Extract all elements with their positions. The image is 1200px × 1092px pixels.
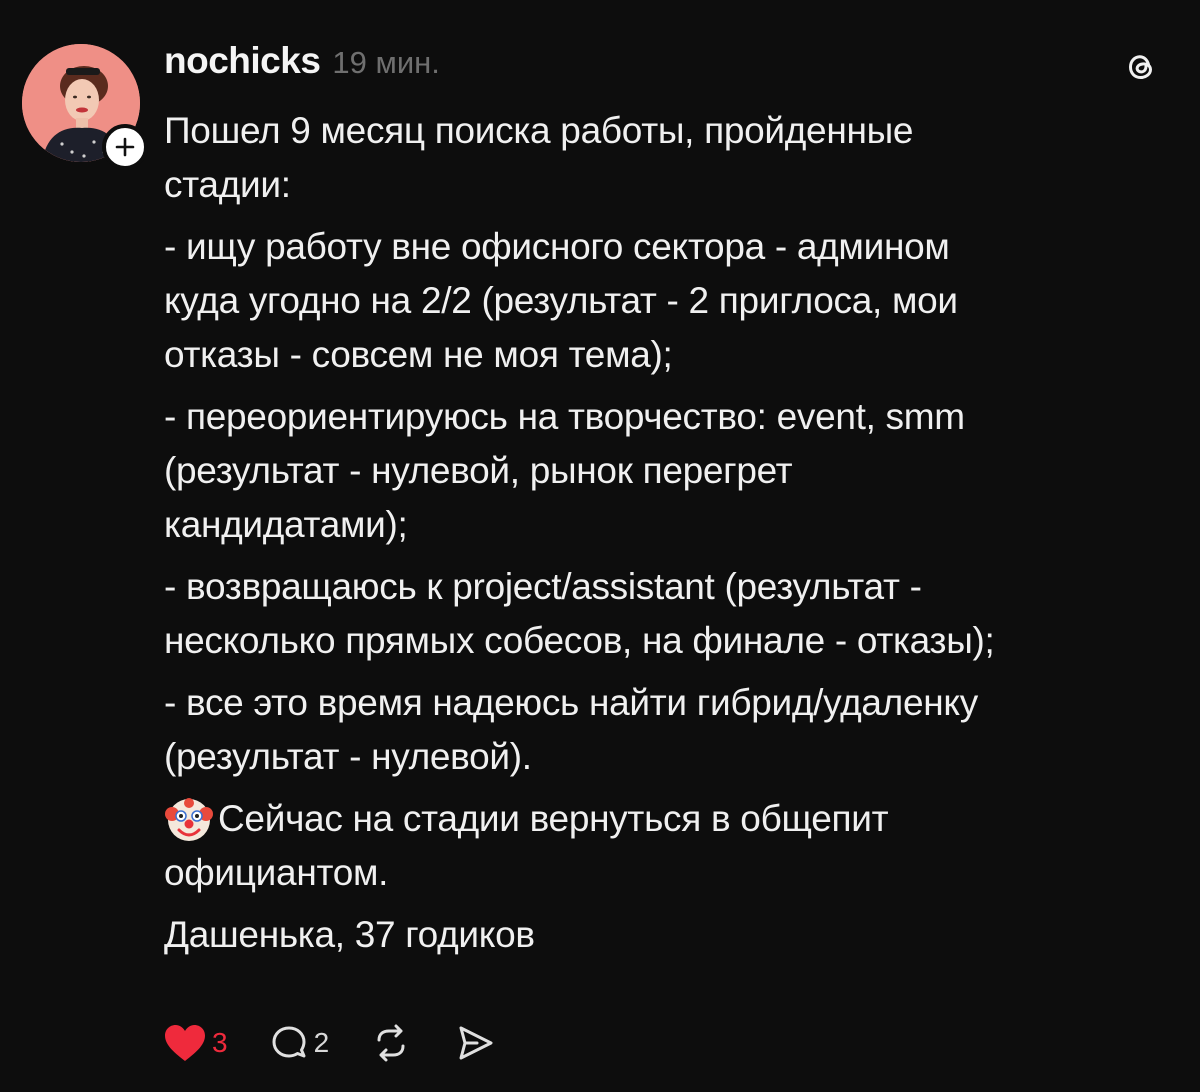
paragraph: - все это время надеюсь найти гибрид/уда…	[164, 676, 1164, 784]
paragraph: Дашенька, 37 годиков	[164, 908, 1164, 962]
share-icon	[459, 1026, 493, 1060]
text-line: куда угодно на 2/2 (результат - 2 пригло…	[164, 280, 958, 321]
repost-button[interactable]	[369, 1022, 413, 1064]
text-line: кандидатами);	[164, 504, 408, 545]
repost-icon	[377, 1024, 405, 1062]
text-line: Дашенька, 37 годиков	[164, 914, 535, 955]
threads-logo-icon[interactable]	[1120, 46, 1162, 88]
follow-button[interactable]	[102, 124, 148, 170]
emoji-line-text: Сейчас на стадии вернуться в общепит	[218, 798, 889, 839]
text-line: (результат - нулевой).	[164, 736, 532, 777]
author-avatar-container[interactable]	[22, 44, 148, 170]
text-line: - все это время надеюсь найти гибрид/уда…	[164, 682, 978, 723]
reply-button[interactable]: 2	[268, 1022, 330, 1064]
text-line: - переориентируюсь на творчество: event,…	[164, 396, 965, 437]
heart-icon	[165, 1025, 205, 1061]
username[interactable]: nochicks	[164, 40, 321, 82]
thread-post: nochicks 19 мин. Пошел 9 месяц поиска ра…	[0, 0, 1200, 1092]
timestamp: 19 мин.	[332, 45, 440, 80]
text-line: отказы - совсем не моя тема);	[164, 334, 673, 375]
text-line: стадии:	[164, 164, 291, 205]
paragraph: - переориентируюсь на творчество: event,…	[164, 390, 1164, 552]
plus-icon	[115, 137, 135, 157]
like-button[interactable]: 3	[162, 1022, 228, 1064]
action-bar: 3 2	[162, 1018, 537, 1068]
text-line: официантом.	[164, 852, 389, 893]
share-button[interactable]	[453, 1022, 497, 1064]
paragraph: Пошел 9 месяц поиска работы, пройденные …	[164, 104, 1164, 212]
reply-count: 2	[313, 1027, 330, 1058]
paragraph: - возвращаюсь к project/assistant (резул…	[164, 560, 1164, 668]
post-body: Пошел 9 месяц поиска работы, пройденные …	[164, 104, 1164, 962]
text-line: Пошел 9 месяц поиска работы, пройденные	[164, 110, 914, 151]
text-line: - возвращаюсь к project/assistant (резул…	[164, 566, 922, 607]
clown-face-icon	[165, 798, 213, 841]
post-header: nochicks 19 мин.	[164, 40, 440, 88]
text-line: (результат - нулевой, рынок перегрет	[164, 450, 793, 491]
text-line: Сейчас на стадии вернуться в общепит	[164, 792, 1164, 846]
like-count: 3	[212, 1027, 228, 1058]
paragraph: Сейчас на стадии вернуться в общепит офи…	[164, 792, 1164, 900]
text-line: - ищу работу вне офисного сектора - адми…	[164, 226, 950, 267]
paragraph: - ищу работу вне офисного сектора - адми…	[164, 220, 1164, 382]
text-line: несколько прямых собесов, на финале - от…	[164, 620, 995, 661]
comment-icon	[272, 1026, 306, 1058]
